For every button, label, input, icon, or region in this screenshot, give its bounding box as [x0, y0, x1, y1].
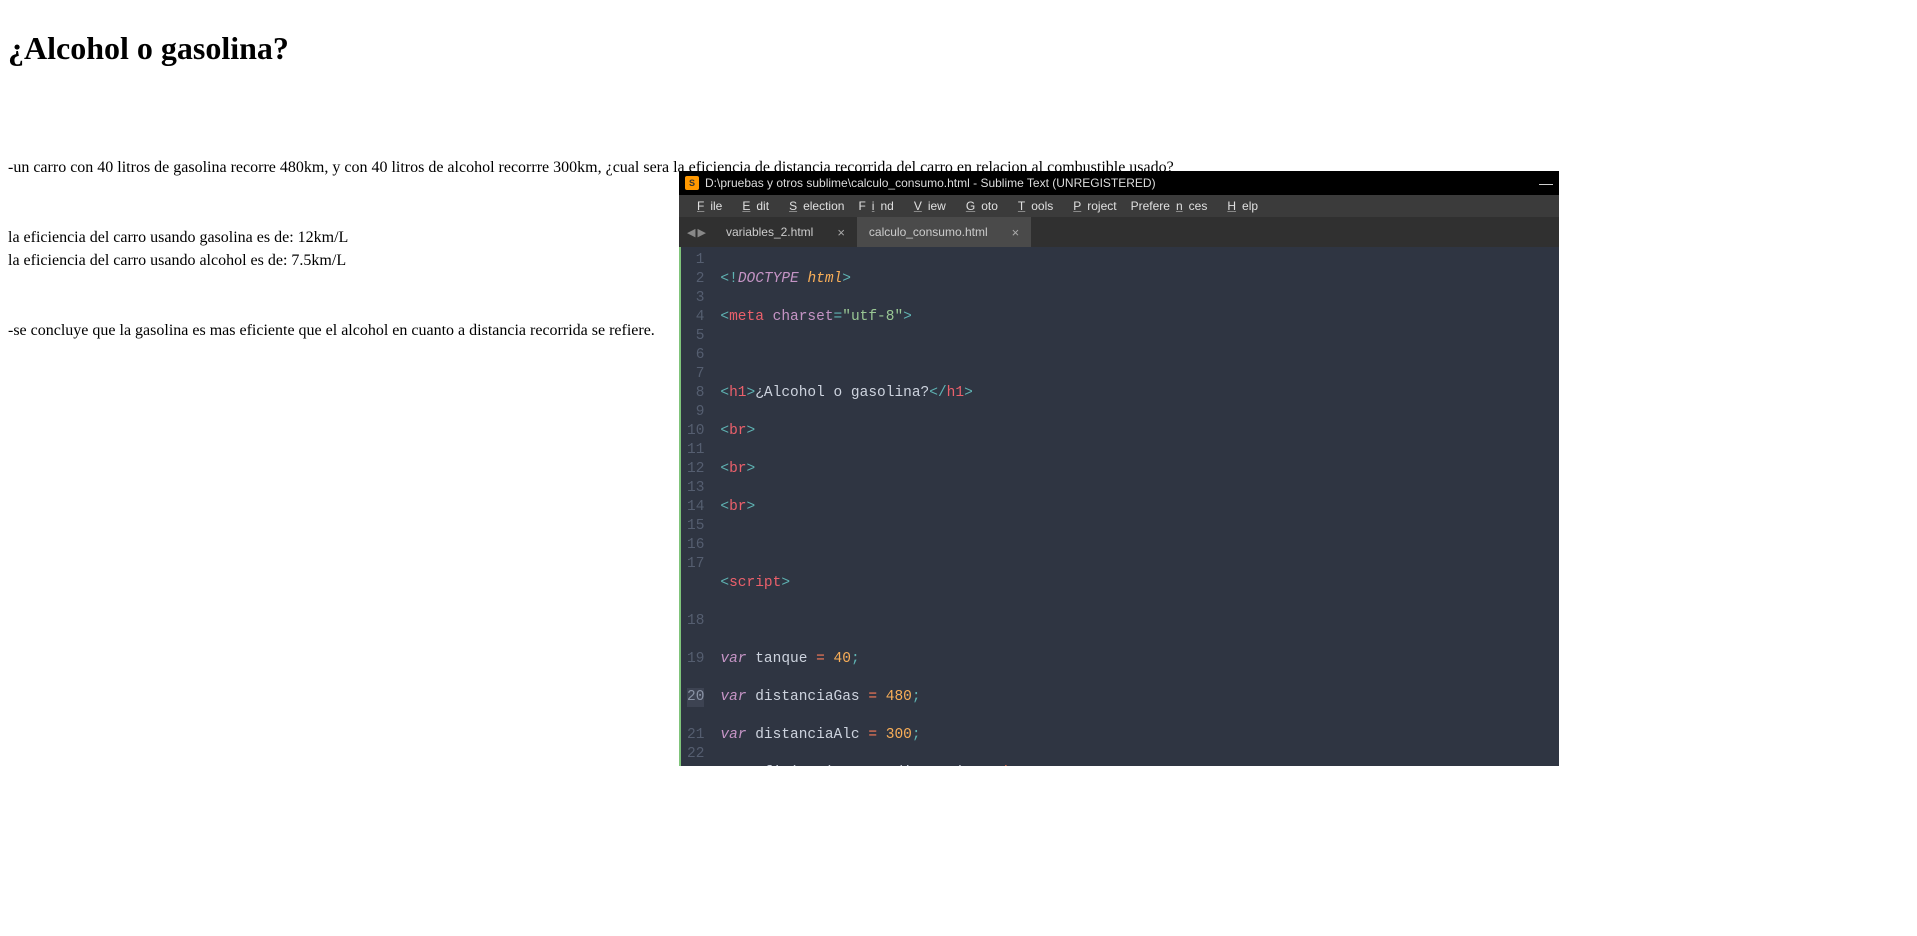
sublime-text-window: S D:\pruebas y otros sublime\calculo_con… [679, 171, 1559, 766]
menu-tools[interactable]: Tools [1006, 197, 1059, 215]
line-number-gutter: 1 2 3 4 5 6 7 8 9 10 11 12 13 14 15 16 1… [679, 247, 714, 766]
tab-nav-left-icon[interactable]: ◀ [687, 226, 695, 239]
minimap[interactable] [1539, 247, 1559, 766]
page-heading: ¿Alcohol o gasolina? [8, 30, 1909, 67]
tab-calculo-consumo[interactable]: calculo_consumo.html × [857, 217, 1031, 247]
menu-goto[interactable]: Goto [954, 197, 1004, 215]
sublime-app-icon: S [685, 176, 699, 190]
close-icon[interactable]: × [1012, 225, 1020, 240]
menu-preferences[interactable]: Preferences [1125, 197, 1214, 215]
tab-label: calculo_consumo.html [869, 225, 988, 239]
code-content[interactable]: <!DOCTYPE html> <meta charset="utf-8"> <… [714, 247, 1539, 766]
window-titlebar[interactable]: S D:\pruebas y otros sublime\calculo_con… [679, 171, 1559, 195]
tabbar: ◀ ▶ variables_2.html × calculo_consumo.h… [679, 217, 1559, 247]
tab-nav-right-icon[interactable]: ▶ [697, 226, 705, 239]
tab-variables2[interactable]: variables_2.html × [714, 217, 857, 247]
menu-view[interactable]: View [902, 197, 952, 215]
menu-file[interactable]: File [685, 197, 728, 215]
minimize-button[interactable]: — [1539, 175, 1553, 191]
window-title: D:\pruebas y otros sublime\calculo_consu… [705, 176, 1156, 190]
close-icon[interactable]: × [837, 225, 845, 240]
menu-help[interactable]: Help [1215, 197, 1264, 215]
menu-project[interactable]: Project [1061, 197, 1122, 215]
menubar: File Edit Selection Find View Goto Tools… [679, 195, 1559, 217]
tab-label: variables_2.html [726, 225, 813, 239]
menu-edit[interactable]: Edit [730, 197, 775, 215]
menu-find[interactable]: Find [852, 197, 899, 215]
menu-selection[interactable]: Selection [777, 197, 850, 215]
editor-area[interactable]: 1 2 3 4 5 6 7 8 9 10 11 12 13 14 15 16 1… [679, 247, 1559, 766]
